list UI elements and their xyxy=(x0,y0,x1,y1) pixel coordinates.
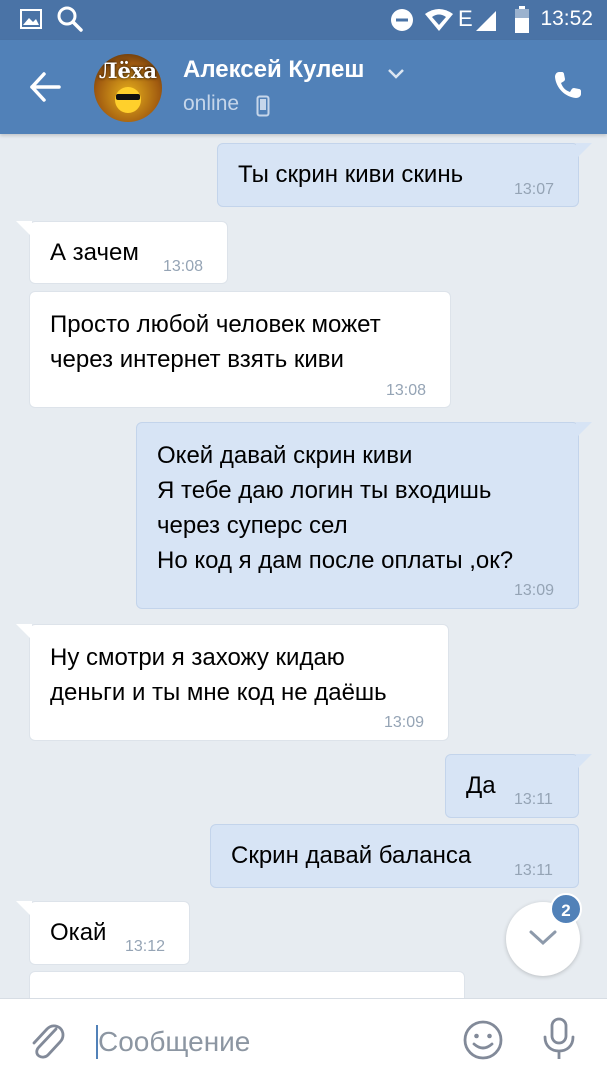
message-bubble-incoming[interactable]: А зачем 13:08 xyxy=(16,221,228,284)
message-bubble-incoming[interactable]: Ну смотри я захожу кидаю деньги и ты мне… xyxy=(16,624,449,741)
chevron-down-icon xyxy=(529,930,557,946)
message-time: 13:11 xyxy=(514,862,553,879)
message-bubble-outgoing[interactable]: Да 13:11 xyxy=(445,754,592,818)
emoji-icon[interactable] xyxy=(462,1019,504,1061)
message-bubble-outgoing[interactable]: Скрин давай баланса 13:11 xyxy=(210,824,579,888)
chat-header: Лёха Алексей Кулеш online xyxy=(0,40,607,134)
paperclip-icon[interactable] xyxy=(26,1019,66,1061)
message-time: 13:08 xyxy=(163,258,204,275)
message-text: Просто любой человек может через интерне… xyxy=(50,311,381,373)
message-input[interactable] xyxy=(98,1025,438,1059)
message-time: 13:09 xyxy=(514,582,555,599)
arrow-left-icon[interactable] xyxy=(28,70,62,104)
message-bubble-outgoing[interactable]: Окей давай скрин киви Я тебе даю логин т… xyxy=(136,422,592,609)
network-type-icon: E xyxy=(458,6,473,31)
microphone-icon[interactable] xyxy=(540,1017,578,1061)
message-time: 13:11 xyxy=(514,791,553,808)
message-text: Ну смотри я захожу кидаю деньги и ты мне… xyxy=(50,644,387,706)
message-text: Скрин давай баланса xyxy=(231,842,472,869)
contact-status: online xyxy=(183,92,240,115)
message-bubble-outgoing[interactable]: Ты скрин киви скинь 13:07 xyxy=(217,143,592,207)
message-time: 13:12 xyxy=(125,938,166,955)
message-text: Окай xyxy=(50,919,107,946)
message-text: Да xyxy=(466,772,496,799)
search-icon xyxy=(57,6,83,32)
message-text: Окей давай скрин киви Я тебе даю логин т… xyxy=(157,442,514,574)
clock: 13:52 xyxy=(540,7,593,30)
image-icon xyxy=(20,9,42,29)
message-time: 13:09 xyxy=(384,714,425,731)
message-time: 13:07 xyxy=(514,181,555,198)
chevron-down-icon[interactable] xyxy=(387,68,405,80)
message-bubble-incoming[interactable]: Просто любой человек может через интерне… xyxy=(29,291,451,408)
battery-icon xyxy=(515,6,529,33)
message-text: А зачем xyxy=(50,239,139,266)
signal-icon xyxy=(476,11,496,31)
unread-badge: 2 xyxy=(550,893,582,925)
wifi-icon xyxy=(425,9,453,31)
message-bubble-incoming[interactable] xyxy=(29,971,465,998)
avatar[interactable]: Лёха xyxy=(94,54,162,122)
message-time: 13:08 xyxy=(386,382,427,399)
message-bubble-incoming[interactable]: Окай 13:12 xyxy=(16,901,190,965)
message-composer xyxy=(0,998,607,1080)
do-not-disturb-icon xyxy=(391,9,413,31)
phone-icon[interactable] xyxy=(553,70,583,100)
message-list[interactable]: Ты скрин киви скинь 13:07 А зачем 13:08 … xyxy=(0,134,607,998)
status-bar: E 13:52 xyxy=(0,0,607,40)
contact-name[interactable]: Алексей Кулеш xyxy=(183,56,364,84)
message-text: Ты скрин киви скинь xyxy=(238,161,464,188)
mobile-device-icon xyxy=(256,95,270,117)
